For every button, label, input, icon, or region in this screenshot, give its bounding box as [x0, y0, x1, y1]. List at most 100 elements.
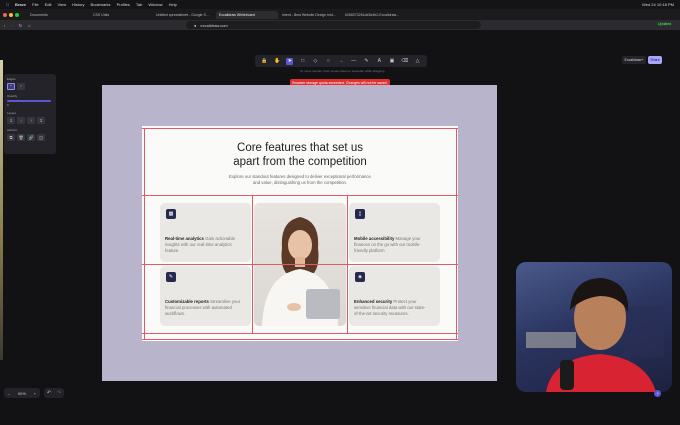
ellipse-tool-icon[interactable]: ○ — [325, 58, 332, 65]
guide-line — [142, 128, 458, 129]
guide-line — [144, 128, 145, 340]
properties-panel: Edges ⌜ ◜ Opacity 0 Layers ↧ ↓ ↑ ↥ Actio… — [4, 74, 56, 154]
lock-icon: ● — [194, 22, 197, 28]
delete-icon[interactable]: 🗑 — [17, 134, 25, 141]
eraser-tool-icon[interactable]: ⌫ — [401, 58, 408, 65]
zoom-in-button[interactable]: + — [34, 391, 36, 396]
mac-menubar:  Brave File Edit View History Bookmarks… — [0, 0, 680, 9]
menu-brave[interactable]: Brave — [15, 2, 26, 7]
hand-tool-icon[interactable]: ✋ — [274, 58, 281, 65]
menu-view[interactable]: View — [57, 2, 66, 7]
actions-label: Actions — [7, 128, 17, 132]
line-tool-icon[interactable]: — — [350, 58, 357, 65]
edges-label: Edges — [7, 77, 16, 81]
undo-icon[interactable]: ↶ — [47, 390, 51, 396]
tab-excalidraw[interactable]: Excalidraw Whiteboard — [216, 10, 278, 19]
chart-icon: ▩ — [166, 209, 176, 219]
opacity-label: Opacity — [7, 94, 18, 98]
tab-excalidraw-file[interactable]: 6268373261dd3d4b2-Excalidraw... — [342, 11, 404, 19]
opacity-range-label: 0 — [7, 103, 9, 107]
undo-redo-controls: ↶ ↷ — [44, 388, 64, 398]
toolbar-hint: To move canvas, hold mouse wheel or spac… — [300, 69, 385, 73]
browser-toolbar: ‹ › ↻ ⌂ ● excalidraw.com Updated — [0, 20, 680, 30]
group-icon[interactable]: ◫ — [37, 134, 45, 141]
shape-toolbar: 🔒 ✋ ➤ □ ◇ ○ → — ✎ A ▣ ⌫ △ — [255, 55, 427, 67]
zoom-value[interactable]: 90% — [18, 391, 26, 396]
diamond-tool-icon[interactable]: ◇ — [312, 58, 319, 65]
profile-update-button[interactable]: Updated — [656, 22, 674, 26]
home-icon[interactable]: ⌂ — [28, 23, 30, 28]
guide-line — [252, 195, 253, 333]
send-backward-button[interactable]: ↓ — [17, 117, 25, 124]
select-tool-icon[interactable]: ➤ — [286, 57, 294, 65]
rectangle-tool-icon[interactable]: □ — [299, 58, 306, 65]
menu-file[interactable]: File — [32, 2, 38, 7]
menu-profiles[interactable]: Profiles — [117, 2, 130, 7]
pencil-icon: ✎ — [166, 272, 176, 282]
text-tool-icon[interactable]: A — [376, 58, 383, 65]
feature-card-mobile[interactable]: ▯ Mobile accessibility Manage your finan… — [349, 203, 440, 262]
guide-line — [456, 128, 457, 340]
zoom-out-button[interactable]: – — [8, 391, 10, 396]
guide-line — [142, 339, 458, 340]
reload-icon[interactable]: ↻ — [19, 23, 22, 28]
feature-title: Enhanced security — [354, 299, 393, 304]
slide-subtitle: Explore our standout features designed t… — [229, 174, 371, 185]
guide-line — [142, 264, 458, 265]
minimize-window-button[interactable] — [9, 12, 13, 17]
maximize-window-button[interactable] — [15, 12, 19, 17]
layers-label: Layers — [7, 111, 17, 115]
menu-tab[interactable]: Tab — [136, 2, 142, 7]
menu-window[interactable]: Window — [148, 2, 162, 7]
forward-icon[interactable]: › — [11, 23, 12, 28]
mobile-icon: ▯ — [355, 209, 365, 219]
pencil-tool-icon[interactable]: ✎ — [363, 58, 370, 65]
link-icon[interactable]: 🔗 — [27, 134, 35, 141]
zoom-control: – 90% + — [4, 388, 40, 398]
arrow-tool-icon[interactable]: → — [337, 58, 344, 65]
background-strip — [0, 60, 3, 360]
close-window-button[interactable] — [3, 12, 7, 17]
image-tool-icon[interactable]: ▣ — [389, 58, 396, 65]
sharp-edges-button[interactable]: ⌜ — [7, 83, 15, 90]
send-to-back-button[interactable]: ↧ — [7, 117, 15, 124]
feature-title: Customizable reports — [165, 299, 209, 304]
redo-icon[interactable]: ↷ — [57, 390, 61, 396]
opacity-slider[interactable] — [7, 100, 51, 102]
tab-strip: Documents CSS Units Untitled spreadsheet… — [0, 9, 680, 20]
bring-to-front-button[interactable]: ↥ — [37, 117, 45, 124]
shield-icon: ◈ — [355, 272, 365, 282]
feature-card-reports[interactable]: ✎ Customizable reports Streamline your f… — [160, 266, 251, 326]
tab-css-units[interactable]: CSS Units — [90, 11, 152, 19]
address-bar[interactable]: ● excalidraw.com — [186, 21, 481, 29]
presenter-illustration — [526, 278, 664, 392]
back-icon[interactable]: ‹ — [4, 23, 5, 28]
tab-spreadsheet[interactable]: Untitled spreadsheet - Google S... — [153, 11, 215, 19]
round-edges-button[interactable]: ◜ — [17, 83, 25, 90]
slide-title: Core features that set us apart from the… — [233, 142, 367, 168]
menu-help[interactable]: Help — [169, 2, 177, 7]
webcam-overlay — [516, 262, 672, 392]
menu-bookmarks[interactable]: Bookmarks — [91, 2, 111, 7]
menu-history[interactable]: History — [72, 2, 84, 7]
feature-card-security[interactable]: ◈ Enhanced security Protect your sensiti… — [349, 266, 440, 326]
share-button[interactable]: Share — [648, 56, 662, 64]
tab-intent[interactable]: Intent - Best Website Design Inst... — [279, 11, 341, 19]
help-icon[interactable]: ? — [654, 390, 661, 397]
feature-title: Mobile accessibility — [354, 236, 395, 241]
tab-documents[interactable]: Documents — [27, 11, 89, 19]
more-tools-icon[interactable]: △ — [414, 58, 421, 65]
apple-icon[interactable]:  — [6, 2, 9, 7]
lock-tool-icon[interactable]: 🔒 — [261, 58, 268, 65]
feature-card-analytics[interactable]: ▩ Real-time analytics Gain actionable in… — [160, 203, 251, 262]
duplicate-icon[interactable]: ⧉ — [7, 134, 15, 141]
bring-forward-button[interactable]: ↑ — [27, 117, 35, 124]
guide-line — [142, 333, 458, 334]
excalidraw-plus-button[interactable]: Excalidraw+ — [622, 56, 646, 64]
menubar-clock: Wed 24 10:18 PM — [642, 2, 674, 7]
menu-edit[interactable]: Edit — [45, 2, 52, 7]
window-controls — [3, 12, 19, 17]
url-text: excalidraw.com — [200, 22, 228, 28]
guide-line — [347, 195, 348, 333]
feature-title: Real-time analytics — [165, 236, 204, 241]
